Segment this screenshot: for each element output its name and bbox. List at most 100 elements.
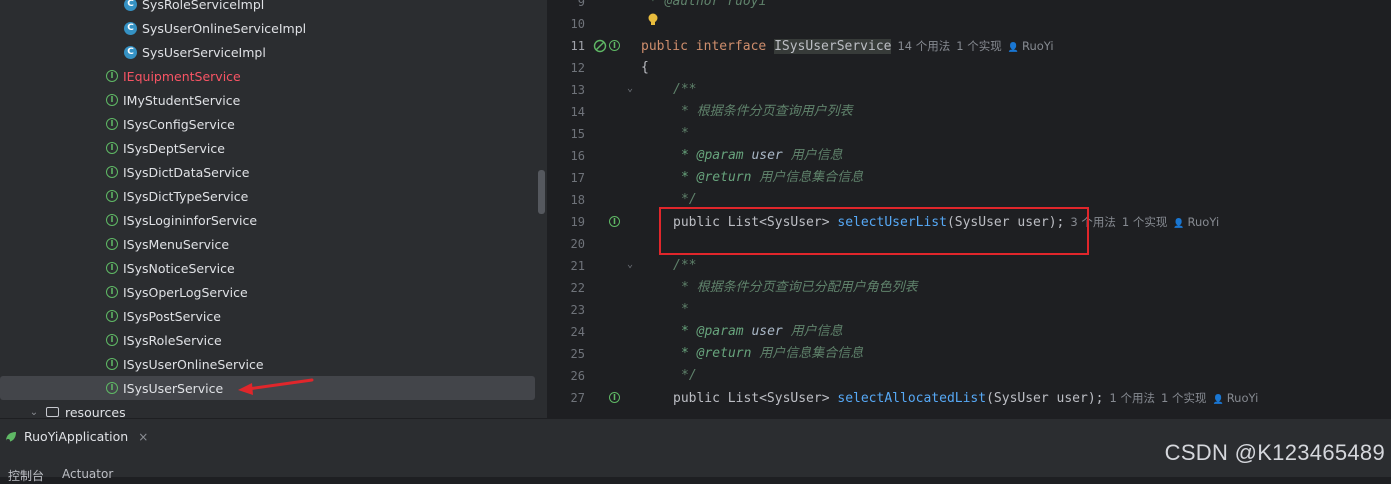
line-number: 27	[570, 391, 585, 405]
tree-item-label: ISysUserService	[123, 380, 224, 396]
doc-param-name: user	[751, 324, 783, 339]
method-params: (SysUser user);	[986, 391, 1104, 406]
method-name[interactable]: selectAllocatedList	[837, 391, 986, 406]
tree-item-interface[interactable]: I ISysDictDataService	[0, 160, 547, 184]
doc-comment: 用户信息	[790, 148, 843, 163]
tree-item-label: IMyStudentService	[123, 92, 241, 108]
fold-chevron-icon[interactable]: ⌄	[627, 259, 633, 270]
tree-item-folder[interactable]: ⌄ resources	[0, 400, 547, 419]
tree-item-interface[interactable]: I ISysConfigService	[0, 112, 547, 136]
red-box-annotation	[659, 207, 1089, 255]
line-number: 16	[570, 149, 585, 163]
tree-item-label: SysRoleServiceImpl	[142, 0, 265, 12]
usages-hint[interactable]: 1 个用法	[1110, 391, 1155, 405]
tree-item-interface[interactable]: I IMyStudentService	[0, 88, 547, 112]
interface-name[interactable]: ISysUserService	[774, 39, 892, 54]
doc-comment: /**	[673, 258, 697, 273]
run-tab-label: RuoYiApplication	[24, 429, 129, 444]
tree-item-interface[interactable]: I IEquipmentService	[0, 64, 547, 88]
tree-item-label: resources	[65, 404, 126, 419]
method-signature: public List<SysUser>	[673, 391, 838, 406]
tree-item-label: ISysDictDataService	[123, 164, 250, 180]
interface-icon: I	[106, 382, 118, 394]
code-keyword: public	[641, 39, 688, 54]
tree-item-label: ISysLogininforService	[123, 212, 258, 228]
line-number: 11	[570, 39, 585, 53]
doc-comment: * 根据条件分页查询已分配用户角色列表	[681, 280, 918, 295]
interface-icon: I	[106, 262, 118, 274]
doc-tag: * @param	[681, 148, 744, 163]
tree-item-interface[interactable]: I ISysRoleService	[0, 328, 547, 352]
line-number: 25	[570, 347, 585, 361]
watermark: CSDN @K123465489	[1164, 440, 1385, 465]
run-tab[interactable]: RuoYiApplication ×	[4, 429, 148, 444]
tree-item-class[interactable]: C SysUserServiceImpl	[0, 40, 547, 64]
interface-icon: I	[106, 70, 118, 82]
implemented-gutter-icon[interactable]: I	[609, 40, 620, 51]
interface-icon: I	[106, 238, 118, 250]
author-hint[interactable]: RuoYi	[1008, 39, 1054, 53]
implementations-hint[interactable]: 1 个实现	[1122, 215, 1167, 229]
code-keyword: interface	[695, 39, 767, 54]
fold-chevron-icon[interactable]: ⌄	[627, 83, 633, 94]
tree-item-interface[interactable]: I ISysDeptService	[0, 136, 547, 160]
tree-item-interface[interactable]: I ISysMenuService	[0, 232, 547, 256]
interface-icon: I	[106, 94, 118, 106]
tree-item-interface[interactable]: I ISysOperLogService	[0, 280, 547, 304]
chevron-down-icon[interactable]: ⌄	[28, 407, 40, 418]
tree-item-interface[interactable]: I ISysNoticeService	[0, 256, 547, 280]
folder-icon	[46, 407, 59, 417]
doc-comment: 用户信息集合信息	[759, 346, 864, 361]
tree-item-class[interactable]: C SysRoleServiceImpl	[0, 0, 547, 16]
no-errors-icon[interactable]	[593, 39, 607, 53]
implemented-gutter-icon[interactable]: I	[609, 392, 620, 403]
tree-item-label: ISysPostService	[123, 308, 221, 324]
line-number: 22	[570, 281, 585, 295]
interface-icon: I	[106, 190, 118, 202]
line-number: 23	[570, 303, 585, 317]
tree-item-label: ISysConfigService	[123, 116, 235, 132]
doc-tag: * @param	[681, 324, 744, 339]
lightbulb-icon[interactable]	[646, 12, 660, 28]
interface-icon: I	[106, 358, 118, 370]
doc-comment: */	[681, 368, 697, 383]
author-hint[interactable]: RuoYi	[1173, 215, 1219, 229]
class-icon: C	[124, 0, 137, 11]
line-number: 15	[570, 127, 585, 141]
red-arrow-annotation	[238, 378, 314, 395]
interface-icon: I	[106, 310, 118, 322]
interface-icon: I	[106, 286, 118, 298]
author-hint[interactable]: RuoYi	[1212, 391, 1258, 405]
doc-comment: 用户信息集合信息	[759, 170, 864, 185]
doc-comment: */	[681, 192, 697, 207]
implementations-hint[interactable]: 1 个实现	[956, 39, 1001, 53]
implemented-gutter-icon[interactable]: I	[609, 216, 620, 227]
doc-tag: * @return	[681, 170, 752, 185]
tree-item-label: ISysDeptService	[123, 140, 225, 156]
interface-icon: I	[106, 142, 118, 154]
doc-comment: * 根据条件分页查询用户列表	[681, 104, 853, 119]
tree-item-interface[interactable]: I ISysLogininforService	[0, 208, 547, 232]
tree-item-label: ISysRoleService	[123, 332, 222, 348]
class-icon: C	[124, 21, 137, 35]
line-number: 10	[570, 17, 585, 31]
line-number: 20	[570, 237, 585, 251]
tree-item-label: ISysMenuService	[123, 236, 230, 252]
tree-item-interface[interactable]: I ISysPostService	[0, 304, 547, 328]
implementations-hint[interactable]: 1 个实现	[1161, 391, 1206, 405]
tree-item-label: SysUserServiceImpl	[142, 44, 266, 60]
tree-item-interface[interactable]: I ISysDictTypeService	[0, 184, 547, 208]
close-icon[interactable]: ×	[138, 430, 148, 444]
doc-comment: 用户信息	[790, 324, 843, 339]
project-tree-panel: C SysRoleServiceImpl C SysUserOnlineServic…	[0, 0, 547, 418]
tree-item-label: ISysDictTypeService	[123, 188, 249, 204]
line-number: 24	[570, 325, 585, 339]
doc-tag: * @return	[681, 346, 752, 361]
tree-item-class[interactable]: C SysUserOnlineServiceImpl	[0, 16, 547, 40]
usages-hint[interactable]: 14 个用法	[897, 39, 950, 53]
tree-scrollbar[interactable]	[538, 170, 545, 214]
line-number: 17	[570, 171, 585, 185]
interface-icon: I	[106, 214, 118, 226]
interface-icon: I	[106, 334, 118, 346]
spring-boot-icon	[6, 431, 16, 443]
